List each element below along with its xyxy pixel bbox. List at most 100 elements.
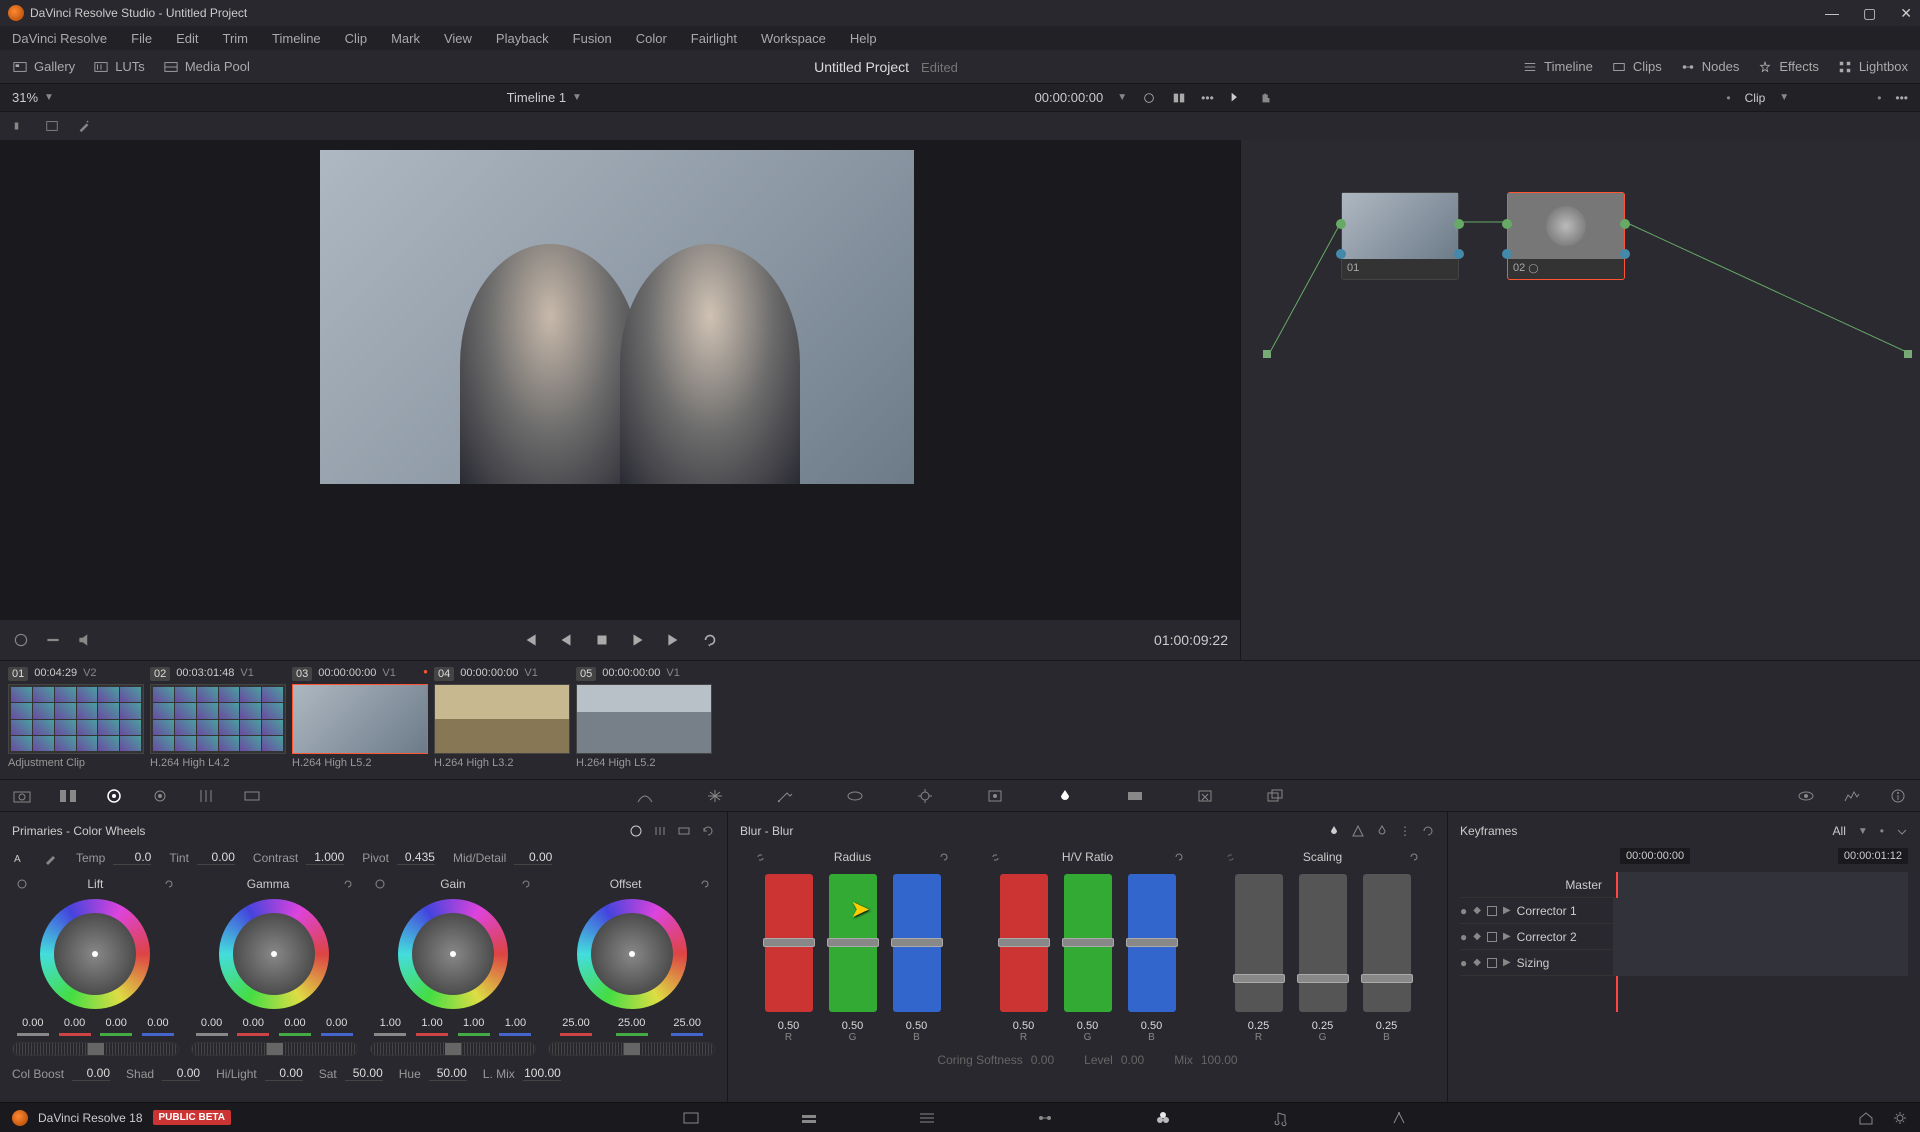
menu-playback[interactable]: Playback (496, 31, 549, 46)
keyframe-eye-icon[interactable] (1796, 787, 1816, 805)
minimize-button[interactable]: — (1825, 5, 1839, 22)
color-page-icon[interactable] (1154, 1109, 1172, 1127)
more-icon[interactable]: ••• (1895, 91, 1908, 105)
temp-input[interactable]: 0.0 (113, 850, 151, 865)
cut-page-icon[interactable] (800, 1109, 818, 1127)
camera-raw-icon[interactable] (12, 787, 32, 805)
next-clip-button[interactable] (665, 631, 683, 649)
curves-icon[interactable] (635, 787, 655, 805)
wipe-icon[interactable] (1141, 91, 1157, 105)
node-01[interactable]: 01 (1341, 192, 1459, 280)
gain-wheel[interactable] (398, 899, 508, 1009)
reset-icon[interactable] (1408, 851, 1421, 864)
edit-page-icon[interactable] (918, 1109, 936, 1127)
effects-button[interactable]: Effects (1757, 59, 1819, 74)
mist-icon[interactable] (1375, 824, 1389, 838)
bars-mode-icon[interactable] (653, 824, 667, 838)
clip-mode[interactable]: Clip (1745, 91, 1766, 105)
scale-g-slider[interactable] (1299, 874, 1347, 1012)
mediapool-button[interactable]: Media Pool (163, 59, 250, 74)
luts-button[interactable]: LUTs (93, 59, 145, 74)
loop-button[interactable] (701, 631, 719, 649)
nodes-button[interactable]: Nodes (1680, 59, 1740, 74)
reset-icon[interactable] (163, 878, 175, 890)
log-mode-icon[interactable] (677, 824, 691, 838)
prev-clip-button[interactable] (521, 631, 539, 649)
kf-row-sizing[interactable]: Sizing (1517, 956, 1607, 970)
radius-g-slider[interactable] (829, 874, 877, 1012)
zoom-value[interactable]: 31% (12, 90, 38, 105)
maximize-button[interactable]: ▢ (1863, 5, 1876, 22)
hv-g-slider[interactable] (1064, 874, 1112, 1012)
gain-jog[interactable] (370, 1042, 537, 1056)
tracking-icon[interactable] (915, 787, 935, 805)
menu-help[interactable]: Help (850, 31, 877, 46)
reset-icon[interactable] (342, 878, 354, 890)
clip-02[interactable]: 0200:03:01:48V1H.264 High L4.2 (150, 667, 286, 769)
hv-r-slider[interactable] (1000, 874, 1048, 1012)
menu-fairlight[interactable]: Fairlight (691, 31, 737, 46)
deliver-page-icon[interactable] (1390, 1109, 1408, 1127)
menu-mark[interactable]: Mark (391, 31, 420, 46)
gain-picker-icon[interactable] (374, 878, 386, 890)
menu-fusion[interactable]: Fusion (573, 31, 612, 46)
kf-row-corrector1[interactable]: Corrector 1 (1517, 904, 1607, 918)
radius-r-slider[interactable] (765, 874, 813, 1012)
blur-drop-icon[interactable] (1327, 824, 1341, 838)
3d-icon[interactable] (1265, 787, 1285, 805)
media-page-icon[interactable] (682, 1109, 700, 1127)
menu-view[interactable]: View (444, 31, 472, 46)
fairlight-page-icon[interactable] (1272, 1109, 1290, 1127)
lift-jog[interactable] (12, 1042, 179, 1056)
clip-04[interactable]: 0400:00:00:00V1H.264 High L3.2 (434, 667, 570, 769)
qualifier-icon[interactable] (775, 787, 795, 805)
menu-workspace[interactable]: Workspace (761, 31, 826, 46)
kf-row-master[interactable]: Master (1460, 878, 1610, 892)
menu-edit[interactable]: Edit (176, 31, 198, 46)
hilight-input[interactable]: 0.00 (265, 1066, 303, 1081)
chevron-down-icon[interactable]: ▼ (1779, 92, 1789, 103)
wheels-mode-icon[interactable] (629, 824, 643, 838)
clips-button[interactable]: Clips (1611, 59, 1662, 74)
picker-icon[interactable] (44, 851, 58, 865)
wheels-icon[interactable] (104, 787, 124, 805)
stop-button[interactable] (593, 631, 611, 649)
play-button[interactable] (629, 631, 647, 649)
auto-balance-icon[interactable]: A (12, 851, 26, 865)
reset-icon[interactable] (699, 878, 711, 890)
blur-icon[interactable] (1055, 787, 1075, 805)
link-icon[interactable] (1224, 851, 1237, 864)
split-view-icon[interactable] (44, 119, 60, 133)
sharpen-icon[interactable] (1351, 824, 1365, 838)
clip-05[interactable]: 0500:00:00:00V1H.264 High L5.2 (576, 667, 712, 769)
fusion-page-icon[interactable] (1036, 1109, 1054, 1127)
unmix-icon[interactable] (44, 631, 62, 649)
scopes-icon[interactable] (1842, 787, 1862, 805)
timeline-name[interactable]: Timeline 1 (507, 90, 566, 105)
chevron-down-icon[interactable]: ▼ (44, 92, 54, 103)
menu-davinci[interactable]: DaVinci Resolve (12, 31, 107, 46)
scale-r-slider[interactable] (1235, 874, 1283, 1012)
keyframes-all-dropdown[interactable]: All (1833, 824, 1846, 838)
menu-clip[interactable]: Clip (345, 31, 367, 46)
motion-icon[interactable] (242, 787, 262, 805)
hand-icon[interactable] (1258, 91, 1274, 105)
node-panel[interactable]: 01 02 ◯ (1240, 140, 1920, 660)
menu-trim[interactable]: Trim (223, 31, 249, 46)
menu-color[interactable]: Color (636, 31, 667, 46)
node-02[interactable]: 02 ◯ (1507, 192, 1625, 280)
lift-picker-icon[interactable] (16, 878, 28, 890)
chevron-down-icon[interactable]: ▼ (1117, 92, 1127, 103)
warper-icon[interactable] (705, 787, 725, 805)
clip-03[interactable]: 0300:00:00:00V1●H.264 High L5.2 (292, 667, 428, 769)
kf-row-corrector2[interactable]: Corrector 2 (1517, 930, 1607, 944)
window-icon[interactable] (845, 787, 865, 805)
lightbox-button[interactable]: Lightbox (1837, 59, 1908, 74)
hue-input[interactable]: 50.00 (429, 1066, 467, 1081)
reset-icon[interactable] (520, 878, 532, 890)
highlight-icon[interactable] (12, 119, 28, 133)
offset-wheel[interactable] (577, 899, 687, 1009)
info-icon[interactable] (1888, 787, 1908, 805)
hdr-icon[interactable] (150, 787, 170, 805)
menu-timeline[interactable]: Timeline (272, 31, 321, 46)
